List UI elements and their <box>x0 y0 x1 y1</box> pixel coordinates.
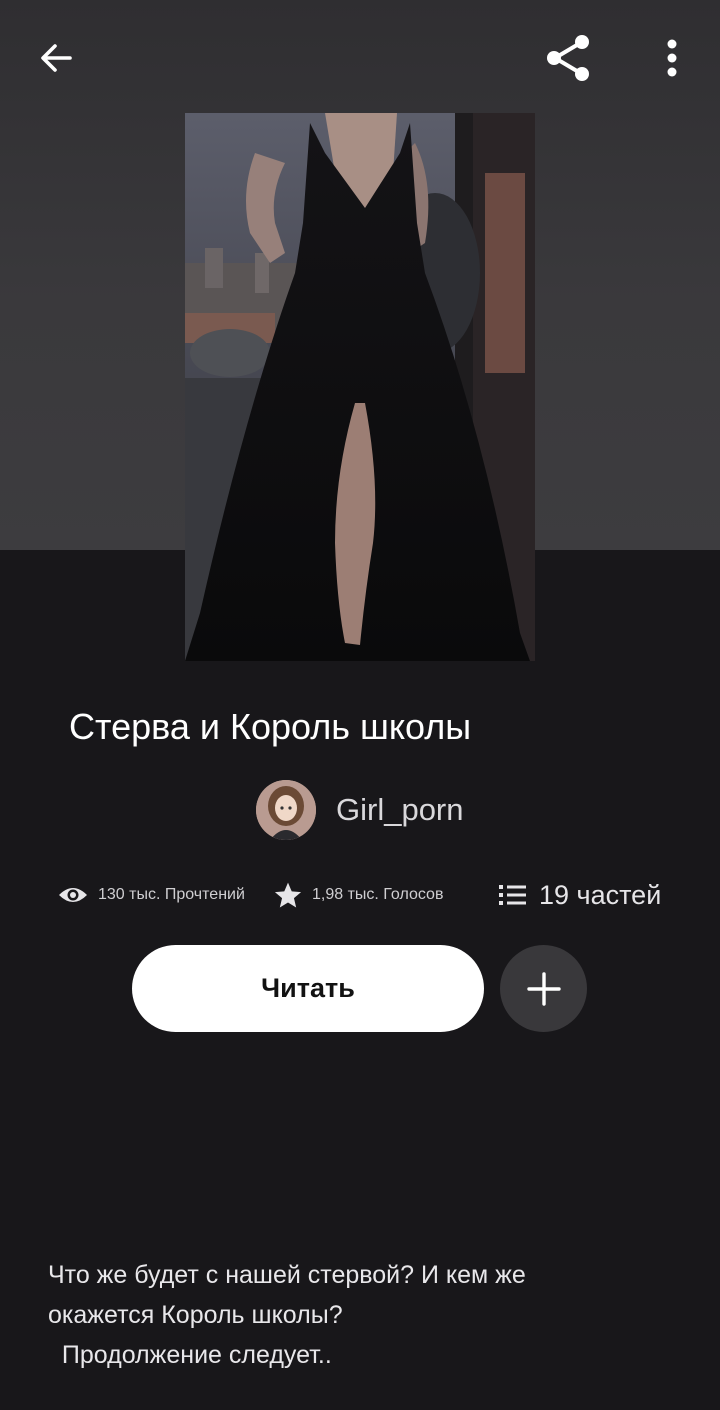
arrow-left-icon <box>41 44 72 72</box>
story-description: Что же будет с нашей стервой? И кем же о… <box>48 1255 668 1375</box>
description-line: Что же будет с нашей стервой? И кем же <box>48 1261 526 1289</box>
reads-count: 130 тыс. Прочтений <box>98 886 245 903</box>
add-to-library-button[interactable] <box>500 945 587 1032</box>
story-cover-image[interactable] <box>185 113 535 661</box>
author-avatar[interactable] <box>256 780 316 840</box>
author-name[interactable]: Girl_porn <box>336 792 464 828</box>
more-options-button[interactable] <box>650 28 694 88</box>
list-icon <box>499 885 526 905</box>
share-icon <box>547 35 589 81</box>
parts-count: 19 частей <box>539 879 662 910</box>
story-title: Стерва и Король школы <box>69 706 472 747</box>
cover-illustration <box>185 113 535 661</box>
more-vertical-icon <box>667 39 677 77</box>
share-button[interactable] <box>538 28 598 88</box>
star-icon <box>274 882 302 908</box>
parts-stat[interactable]: 19 частей <box>499 870 661 920</box>
eye-icon <box>59 888 87 902</box>
author-link[interactable]: Girl_porn <box>256 780 464 840</box>
description-line: окажется Король школы? <box>48 1301 343 1329</box>
votes-stat: 1,98 тыс. Голосов <box>274 870 443 920</box>
story-stats: 130 тыс. Прочтений 1,98 тыс. Голосов 19 … <box>0 870 720 920</box>
story-details-screen: Стерва и Король школы Girl_porn 130 тыс.… <box>0 0 720 1410</box>
votes-count: 1,98 тыс. Голосов <box>312 886 444 903</box>
back-button[interactable] <box>28 30 84 86</box>
avatar-illustration <box>256 780 316 840</box>
description-line: Продолжение следует.. <box>48 1341 332 1369</box>
read-button[interactable]: Читать <box>132 945 484 1032</box>
plus-icon <box>526 971 561 1006</box>
reads-stat: 130 тыс. Прочтений <box>58 870 245 920</box>
